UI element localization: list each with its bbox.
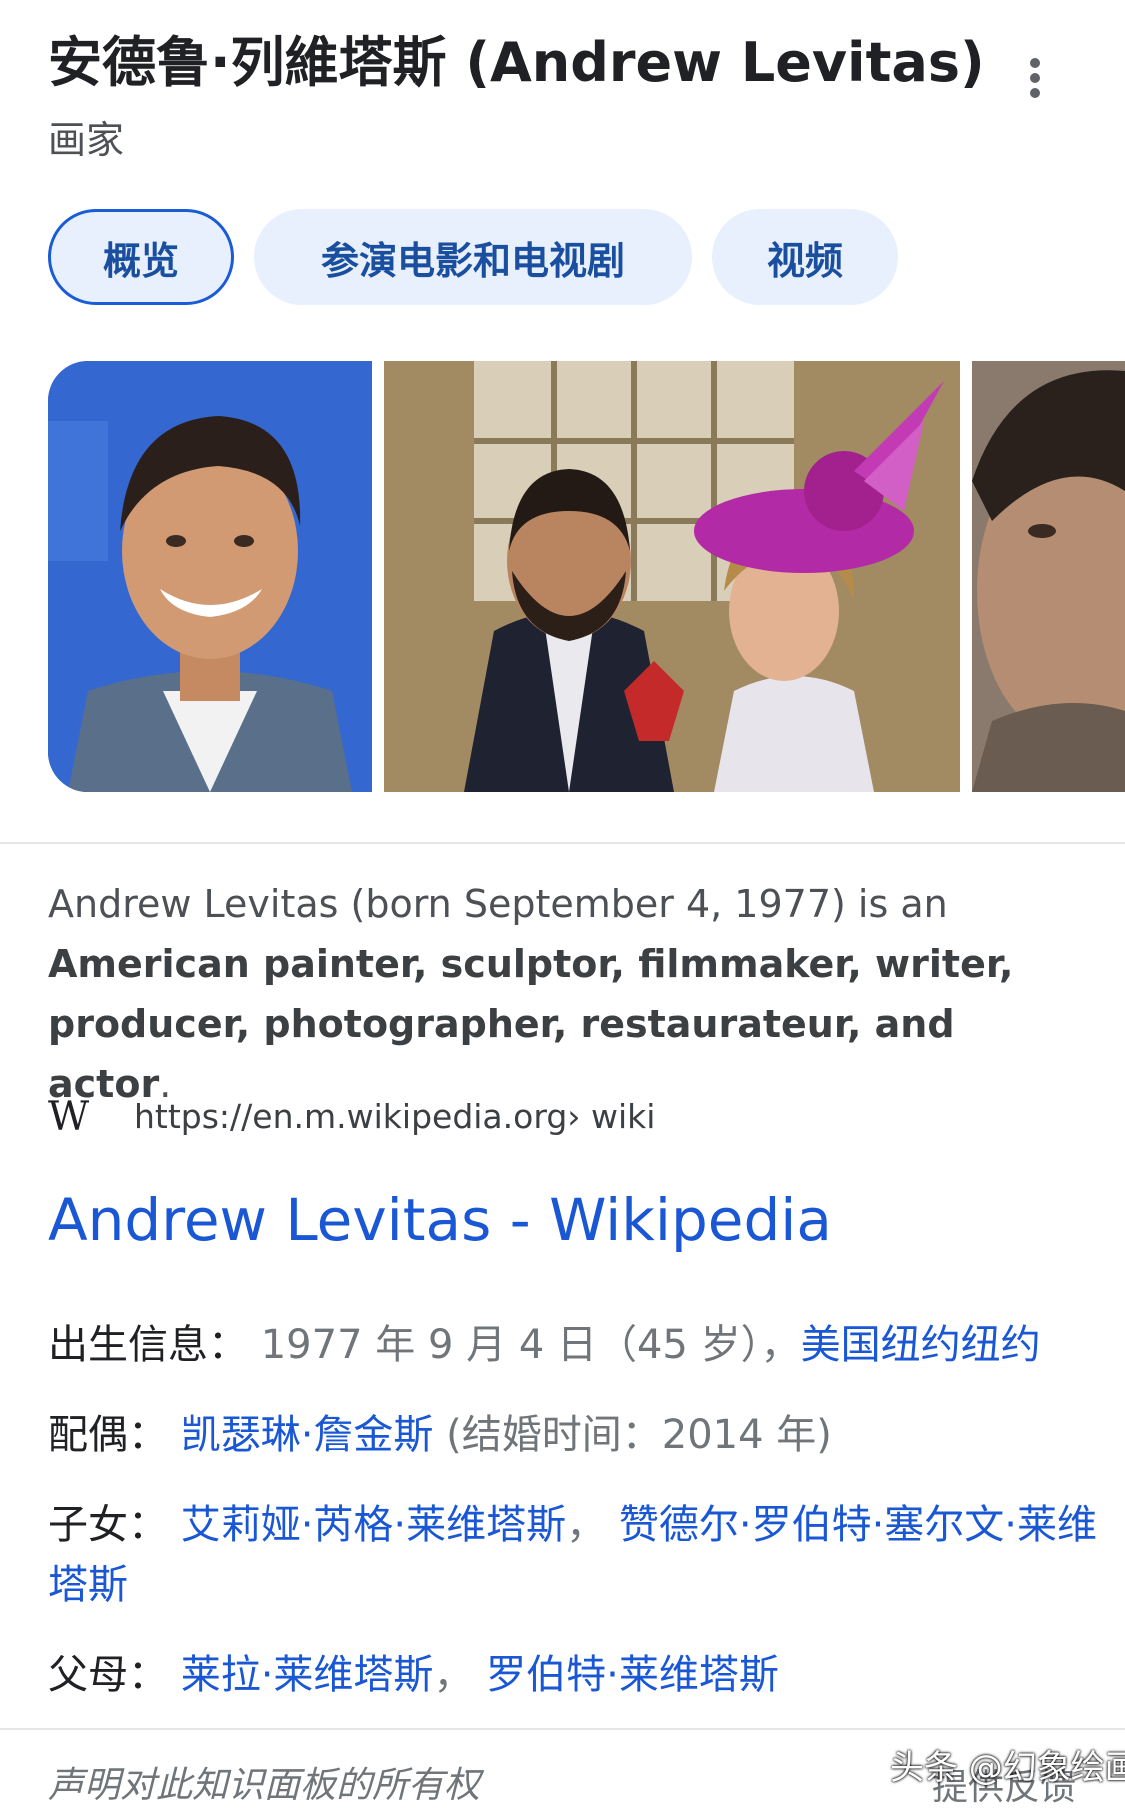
parent-link[interactable]: 罗伯特·莱维塔斯 (486, 1652, 779, 1698)
birthplace-link[interactable]: 美国纽约纽约 (801, 1322, 1041, 1368)
page-subtitle: 画家 (48, 118, 125, 162)
spouse-link[interactable]: 凯瑟琳·詹金斯 (181, 1412, 434, 1458)
wikipedia-link[interactable]: Andrew Levitas - Wikipedia (48, 1184, 832, 1256)
more-vert-icon (1030, 58, 1040, 98)
description: Andrew Levitas (born September 4, 1977) … (48, 874, 1048, 1114)
source-url: https://en.m.wikipedia.org (134, 1096, 568, 1136)
fact-value: 1977 年 9 月 4 日（45 岁）， (248, 1322, 801, 1368)
fact-separator: ， (566, 1502, 607, 1548)
description-bold: American painter, sculptor, filmmaker, w… (48, 942, 1014, 1106)
fact-label: 配偶： (48, 1412, 168, 1458)
person-image-3[interactable] (972, 361, 1125, 792)
wikipedia-icon: W (48, 1094, 89, 1138)
tab-filmography[interactable]: 参演电影和电视剧 (254, 209, 692, 305)
fact-value: (结婚时间：2014 年) (433, 1412, 832, 1458)
more-options-button[interactable] (1010, 48, 1060, 108)
child-link[interactable]: 艾莉娅·芮格·莱维塔斯 (181, 1502, 566, 1548)
person-image-1[interactable] (48, 361, 372, 792)
source-path: › wiki (567, 1096, 656, 1136)
watermark: 头条 @幻象绘画 (890, 1748, 1125, 1788)
fact-spouse: 配偶： 凯瑟琳·詹金斯 (结婚时间：2014 年) (48, 1405, 1108, 1465)
claim-panel-link[interactable]: 声明对此知识面板的所有权 (48, 1756, 480, 1808)
fact-label: 父母： (48, 1652, 168, 1698)
page-title: 安德鲁·列維塔斯 (Andrew Levitas) (48, 31, 985, 94)
tab-videos[interactable]: 视频 (712, 209, 898, 305)
tab-bar: 概览 参演电影和电视剧 视频 (48, 209, 898, 305)
svg-text:W: W (48, 1094, 89, 1138)
fact-label: 出生信息： (48, 1322, 248, 1368)
fact-label: 子女： (48, 1502, 168, 1548)
description-plain: Andrew Levitas (born September 4, 1977) … (48, 882, 948, 926)
fact-children: 子女： 艾莉娅·芮格·莱维塔斯， 赞德尔·罗伯特·塞尔文·莱维塔斯 (48, 1495, 1108, 1615)
footer-divider (0, 1728, 1125, 1730)
source-row[interactable]: W https://en.m.wikipedia.org › wiki (48, 1094, 655, 1138)
tab-overview[interactable]: 概览 (48, 209, 234, 305)
fact-parents: 父母： 莱拉·莱维塔斯， 罗伯特·莱维塔斯 (48, 1645, 1108, 1705)
person-image-2[interactable] (384, 361, 960, 792)
parent-link[interactable]: 莱拉·莱维塔斯 (181, 1652, 434, 1698)
fact-separator: ， (433, 1652, 474, 1698)
section-divider (0, 842, 1125, 844)
fact-birth: 出生信息： 1977 年 9 月 4 日（45 岁），美国纽约纽约 (48, 1315, 1108, 1375)
